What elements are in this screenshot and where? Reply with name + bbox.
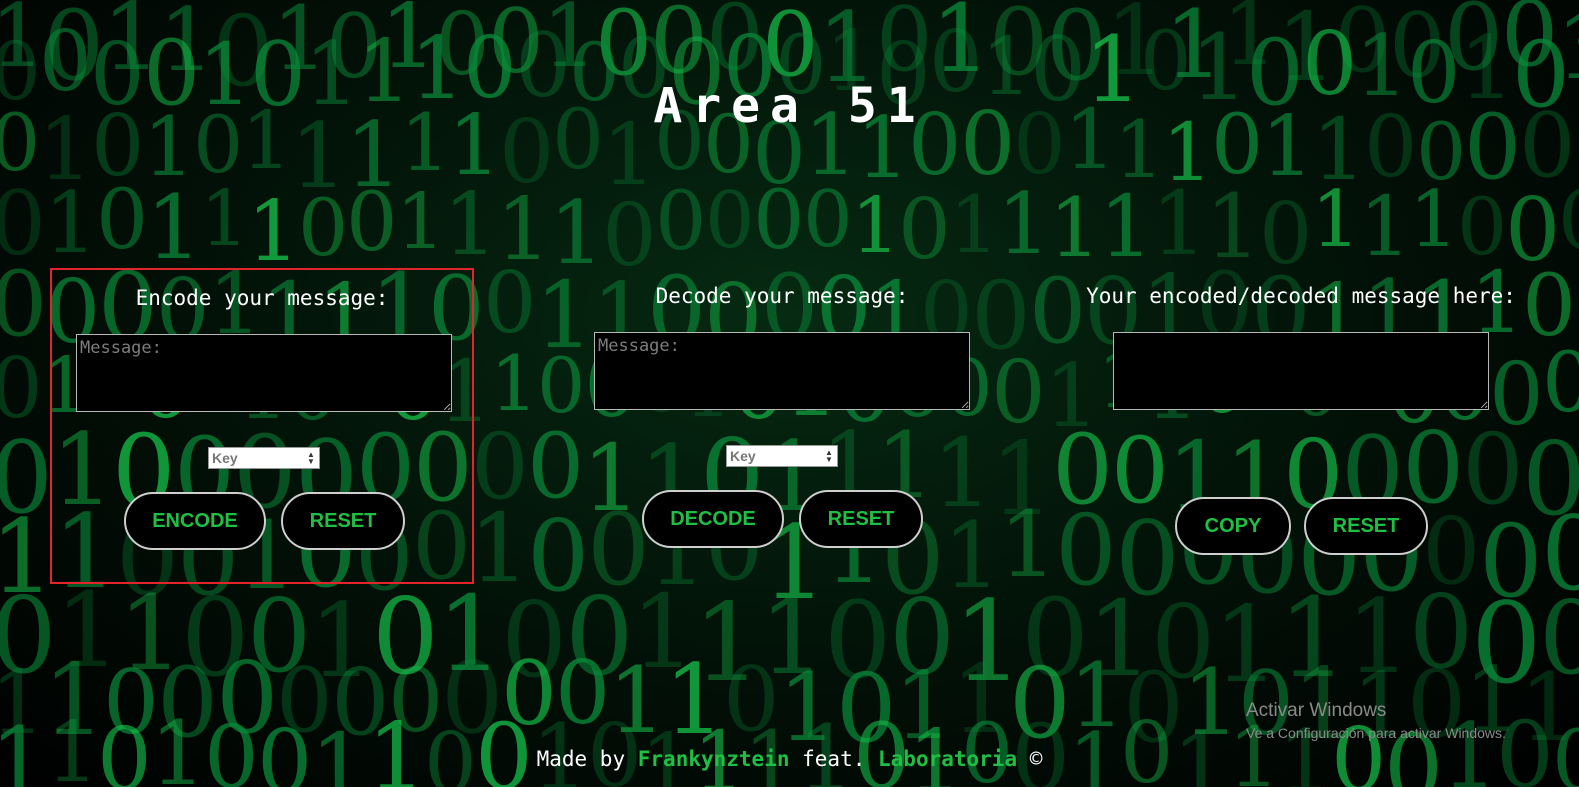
encode-panel: Encode your message: Key ▲▼ ENCODE RESET — [50, 268, 474, 584]
encode-reset-button[interactable]: RESET — [281, 492, 405, 550]
binary-digit: 1 — [949, 179, 1000, 271]
key-spinner-icon[interactable]: ▲ ▼ — [824, 449, 834, 464]
encode-message-input[interactable] — [76, 334, 452, 412]
binary-digit: 0 — [1558, 181, 1579, 261]
encode-heading: Encode your message: — [135, 286, 389, 310]
watermark-title: Activar Windows — [1246, 700, 1387, 721]
encode-button[interactable]: ENCODE — [124, 492, 266, 550]
decode-button[interactable]: DECODE — [642, 490, 784, 548]
watermark-subtitle: Ve a Configuración para activar Windows. — [1246, 725, 1506, 741]
binary-digit: 1 — [44, 174, 98, 272]
binary-digit: 0 — [1542, 336, 1579, 431]
binary-digit: 1 — [1359, 180, 1412, 275]
footer-credits: Made by Frankynztein feat. Laboratoria © — [0, 747, 1579, 771]
footer-feat: feat. — [802, 747, 866, 771]
binary-digit: 0 — [346, 176, 398, 270]
footer-copyright: © — [1029, 747, 1043, 771]
footer-partner-link[interactable]: Laboratoria — [878, 747, 1017, 771]
binary-digit: 0 — [705, 176, 755, 266]
binary-digit: 1 — [1409, 175, 1459, 265]
binary-digit: 0 — [753, 174, 805, 268]
output-panel: Your encoded/decoded message here: COPY … — [1086, 268, 1516, 584]
decode-message-input[interactable] — [594, 332, 970, 410]
binary-digit: 1 — [200, 175, 249, 264]
encode-key-placeholder: Key — [212, 450, 238, 466]
footer-made-by: Made by — [536, 747, 626, 771]
decode-key-input[interactable]: Key ▲ ▼ — [726, 445, 838, 467]
binary-digit: 0 — [803, 175, 853, 265]
binary-digit: 1 — [396, 178, 445, 267]
binary-digit: 1 — [851, 182, 900, 271]
binary-digit: 0 — [898, 181, 951, 278]
output-heading: Your encoded/decoded message here: — [1086, 284, 1516, 308]
binary-digit: 0 — [0, 340, 43, 437]
decode-key-placeholder: Key — [730, 448, 756, 464]
decode-heading: Decode your message: — [655, 284, 909, 308]
encode-key-input[interactable]: Key ▲ ▼ — [208, 447, 320, 469]
output-reset-button[interactable]: RESET — [1304, 497, 1428, 555]
binary-digit: 0 — [298, 182, 349, 274]
binary-digit: 1 — [997, 175, 1051, 273]
copy-button[interactable]: COPY — [1175, 497, 1291, 555]
binary-digit: 0 — [96, 173, 149, 268]
binary-digit: 1 — [490, 339, 539, 428]
binary-digit: 0 — [655, 175, 707, 269]
binary-digit: 1 — [1311, 175, 1361, 265]
footer-author-link[interactable]: Frankynztein — [638, 747, 790, 771]
decode-panel: Decode your message: Key ▲▼ DECODE RESET — [570, 268, 994, 584]
output-message-area[interactable] — [1113, 332, 1489, 410]
decode-reset-button[interactable]: RESET — [799, 490, 923, 548]
page-title: Area 51 — [653, 78, 926, 134]
key-spinner-icon[interactable]: ▲ ▼ — [306, 451, 316, 466]
windows-activation-watermark: Activar Windows Ve a Configuración para … — [1246, 700, 1506, 741]
